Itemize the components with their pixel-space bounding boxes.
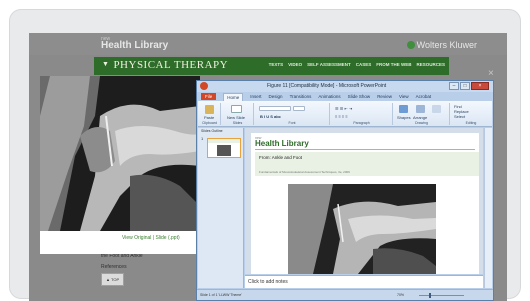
- zoom-level[interactable]: 70%: [397, 293, 404, 297]
- slide-canvas[interactable]: new Health Library From: Ankle and Foot …: [251, 133, 479, 274]
- tab-design[interactable]: Design: [269, 94, 283, 99]
- zoom-slider[interactable]: [419, 295, 464, 296]
- slides-pane: Slides Outline 1: [198, 128, 244, 288]
- thumbnail-number: 1: [201, 136, 204, 141]
- window-title: Figure 11 [Compatibility Mode] - Microso…: [267, 83, 387, 89]
- nav-link-self-assessment[interactable]: SELF ASSESSMENT: [307, 62, 351, 67]
- shapes-icon[interactable]: [399, 105, 408, 113]
- nav-link-resources[interactable]: RESOURCES: [416, 62, 445, 67]
- view-original-link[interactable]: View Original: [122, 235, 151, 241]
- slide-ppt-link[interactable]: Slide (.ppt): [155, 235, 179, 241]
- vertical-scrollbar[interactable]: [484, 128, 492, 288]
- link-separator: |: [152, 235, 155, 241]
- group-clipboard: Paste Clipboard: [199, 103, 221, 125]
- nav-link-from-the-web[interactable]: FROM THE WEB: [376, 62, 411, 67]
- nav-link-texts[interactable]: TEXTS: [269, 62, 284, 67]
- list-icons[interactable]: ☰ ☰ ⇤ ⇥: [335, 106, 352, 111]
- section-title-text: PHYSICAL THERAPY: [113, 59, 229, 71]
- group-font: B I U S abc Font: [255, 103, 330, 125]
- bold-icon[interactable]: B I U S abc: [260, 114, 281, 119]
- tab-review[interactable]: Review: [377, 94, 392, 99]
- close-icon[interactable]: ×: [471, 82, 489, 90]
- site-header: new Health Library Wolters Kluwer: [29, 33, 507, 55]
- notes-pane[interactable]: Click to add notes: [245, 275, 483, 288]
- select-button[interactable]: Select: [454, 114, 465, 119]
- figure-lightbox: View Original | Slide (.ppt): [40, 76, 200, 254]
- new-slide-label: New Slide: [227, 115, 246, 120]
- shapes-label: Shapes: [397, 115, 411, 120]
- ribbon-tabs: File Home Insert Design Transitions Anim…: [197, 92, 493, 101]
- slide-brand: Health Library: [255, 139, 309, 148]
- group-slides: New Slide Slides: [222, 103, 254, 125]
- minimize-icon[interactable]: –: [449, 82, 459, 90]
- paste-label: Paste: [204, 115, 215, 120]
- slide-reference: Fundamentals of Musculoskeletal Assessme…: [259, 170, 350, 174]
- tab-animations[interactable]: Animations: [318, 94, 340, 99]
- new-slide-icon[interactable]: [231, 105, 242, 113]
- nav-link-video[interactable]: VIDEO: [288, 62, 302, 67]
- lightbox-close-icon[interactable]: ×: [488, 68, 494, 79]
- site-logo[interactable]: Health Library: [101, 40, 168, 51]
- align-icons[interactable]: ≡ ≡ ≡ ≡: [335, 114, 348, 119]
- group-label-paragraph: Paragraph: [353, 121, 370, 125]
- tab-file[interactable]: File: [201, 93, 217, 100]
- slide-figure-photo: [288, 184, 436, 274]
- tab-home[interactable]: Home: [223, 92, 244, 101]
- ribbon-home: Paste Clipboard New Slide Slides B I U S…: [198, 101, 492, 127]
- page-sidebar-links: the Foot and Ankle References ▲ TOP: [101, 251, 143, 286]
- status-slide-info: Slide 1 of 1 'LLWW Theme': [200, 293, 242, 297]
- sidebar-link-references[interactable]: References: [101, 262, 143, 273]
- maximize-icon[interactable]: □: [460, 82, 470, 90]
- nav-link-cases[interactable]: CASES: [356, 62, 372, 67]
- nav-links: TEXTS VIDEO SELF ASSESSMENT CASES FROM T…: [269, 62, 445, 67]
- notes-placeholder: Click to add notes: [248, 279, 288, 285]
- arrange-icon[interactable]: [416, 105, 425, 113]
- group-editing: Find Replace Select Editing: [451, 103, 491, 125]
- slide-thumbnail[interactable]: [207, 138, 241, 158]
- quick-styles-icon[interactable]: [432, 105, 441, 113]
- lightbox-links: View Original | Slide (.ppt): [122, 235, 180, 241]
- back-to-top-button[interactable]: ▲ TOP: [101, 273, 125, 286]
- publisher-name: Wolters Kluwer: [416, 40, 477, 50]
- section-nav-bar: ▼ PHYSICAL THERAPY TEXTS VIDEO SELF ASSES…: [94, 57, 449, 75]
- slide-divider: [255, 149, 475, 150]
- tab-acrobat[interactable]: Acrobat: [416, 94, 432, 99]
- wolters-kluwer-icon: [406, 41, 415, 49]
- section-title[interactable]: ▼ PHYSICAL THERAPY: [102, 59, 228, 71]
- publisher-logo: Wolters Kluwer: [406, 40, 477, 50]
- status-bar: Slide 1 of 1 'LLWW Theme' 70%: [197, 289, 493, 300]
- slide-source: From: Ankle and Foot: [259, 155, 303, 160]
- group-label-editing: Editing: [465, 121, 477, 125]
- zoom-slider-handle[interactable]: [429, 293, 431, 298]
- tab-transitions[interactable]: Transitions: [290, 94, 312, 99]
- tab-view[interactable]: View: [399, 94, 409, 99]
- font-name-select[interactable]: [259, 106, 291, 111]
- tab-slide-show[interactable]: Slide Show: [348, 94, 371, 99]
- group-label-drawing: Drawing: [415, 121, 428, 125]
- powerpoint-icon: [200, 82, 208, 90]
- pane-tabs[interactable]: Slides Outline: [201, 129, 223, 133]
- group-drawing: Shapes Arrange Drawing: [394, 103, 450, 125]
- font-size-select[interactable]: [293, 106, 305, 111]
- tab-insert[interactable]: Insert: [250, 94, 261, 99]
- group-label-clipboard: Clipboard: [202, 121, 217, 125]
- window-titlebar[interactable]: Figure 11 [Compatibility Mode] - Microso…: [197, 81, 493, 92]
- powerpoint-window: Figure 11 [Compatibility Mode] - Microso…: [196, 80, 494, 301]
- arrange-label: Arrange: [413, 115, 428, 120]
- group-label-font: Font: [288, 121, 296, 125]
- slide-editing-area: new Health Library From: Ankle and Foot …: [245, 128, 483, 274]
- paste-icon[interactable]: [205, 105, 214, 114]
- chevron-down-icon: ▼: [102, 60, 110, 68]
- group-paragraph: ☰ ☰ ⇤ ⇥ ≡ ≡ ≡ ≡ Paragraph: [331, 103, 393, 125]
- figure-photo: [40, 76, 200, 231]
- group-label-slides: Slides: [232, 121, 243, 125]
